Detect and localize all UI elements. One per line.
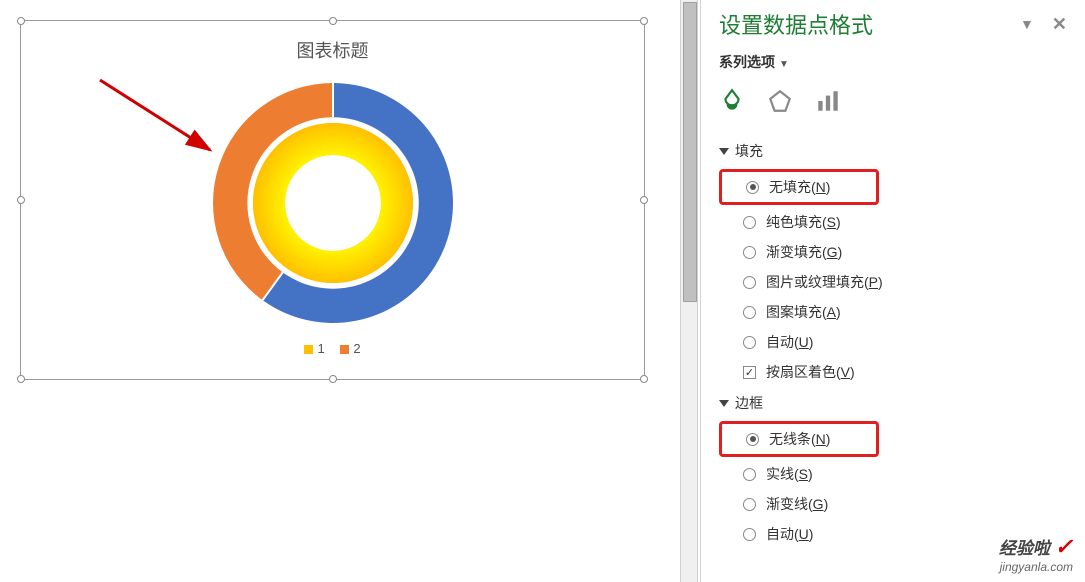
radio-selected-icon <box>746 181 759 194</box>
fill-gradient-option[interactable]: 渐变填充(G) <box>701 237 1085 267</box>
resize-handle-tc[interactable] <box>329 17 337 25</box>
radio-selected-icon <box>746 433 759 446</box>
fill-pattern-option[interactable]: 图案填充(A) <box>701 297 1085 327</box>
fill-line-tab-icon[interactable] <box>719 88 745 119</box>
format-tabs <box>701 82 1085 135</box>
scrollbar-thumb[interactable] <box>683 2 697 302</box>
resize-handle-tl[interactable] <box>17 17 25 25</box>
radio-icon <box>743 306 756 319</box>
vary-color-checkbox[interactable]: ✓ 按扇区着色(V) <box>701 357 1085 387</box>
radio-icon <box>743 336 756 349</box>
series-options-dropdown[interactable]: 系列选项▼ <box>701 50 1085 82</box>
radio-icon <box>743 246 756 259</box>
check-icon: ✓ <box>1055 534 1073 559</box>
collapse-icon <box>719 148 729 155</box>
border-section-header[interactable]: 边框 <box>701 387 1085 419</box>
checkbox-checked-icon: ✓ <box>743 366 756 379</box>
pane-close-button[interactable]: ✕ <box>1052 14 1067 35</box>
fill-none-option[interactable]: 无填充(N) <box>722 172 848 202</box>
resize-handle-tr[interactable] <box>640 17 648 25</box>
effects-tab-icon[interactable] <box>767 88 793 119</box>
resize-handle-mr[interactable] <box>640 196 648 204</box>
radio-icon <box>743 498 756 511</box>
border-none-option[interactable]: 无线条(N) <box>722 424 848 454</box>
center-hole <box>285 155 381 251</box>
radio-icon <box>743 528 756 541</box>
watermark: 经验啦 ✓ jingyanla.com <box>999 534 1073 574</box>
highlight-box-fill-none: 无填充(N) <box>719 169 879 205</box>
border-solid-option[interactable]: 实线(S) <box>701 459 1085 489</box>
chart-legend[interactable]: 1 2 <box>21 341 644 356</box>
fill-picture-option[interactable]: 图片或纹理填充(P) <box>701 267 1085 297</box>
series-options-tab-icon[interactable] <box>815 88 841 119</box>
radio-icon <box>743 276 756 289</box>
donut-chart[interactable] <box>203 73 463 333</box>
radio-icon <box>743 216 756 229</box>
chevron-down-icon: ▼ <box>779 59 789 70</box>
format-pane: 设置数据点格式 ▼ ✕ 系列选项▼ 填充 无填充(N) 纯色填充(S) <box>700 0 1085 582</box>
highlight-box-border-none: 无线条(N) <box>719 421 879 457</box>
resize-handle-br[interactable] <box>640 375 648 383</box>
fill-auto-option[interactable]: 自动(U) <box>701 327 1085 357</box>
legend-item-2[interactable]: 2 <box>340 341 360 356</box>
fill-section-header[interactable]: 填充 <box>701 135 1085 167</box>
vertical-scrollbar[interactable] <box>680 0 698 582</box>
border-gradient-option[interactable]: 渐变线(G) <box>701 489 1085 519</box>
chart-title[interactable]: 图表标题 <box>21 37 644 63</box>
chart-object[interactable]: 图表标题 <box>20 20 645 380</box>
legend-swatch-1 <box>304 345 313 354</box>
pane-options-dropdown[interactable]: ▼ <box>1020 16 1034 32</box>
resize-handle-bc[interactable] <box>329 375 337 383</box>
resize-handle-bl[interactable] <box>17 375 25 383</box>
legend-item-1[interactable]: 1 <box>304 341 324 356</box>
collapse-icon <box>719 400 729 407</box>
pane-title: 设置数据点格式 <box>719 8 1020 40</box>
resize-handle-ml[interactable] <box>17 196 25 204</box>
radio-icon <box>743 468 756 481</box>
worksheet-area: 图表标题 <box>0 0 680 582</box>
fill-solid-option[interactable]: 纯色填充(S) <box>701 207 1085 237</box>
legend-swatch-2 <box>340 345 349 354</box>
